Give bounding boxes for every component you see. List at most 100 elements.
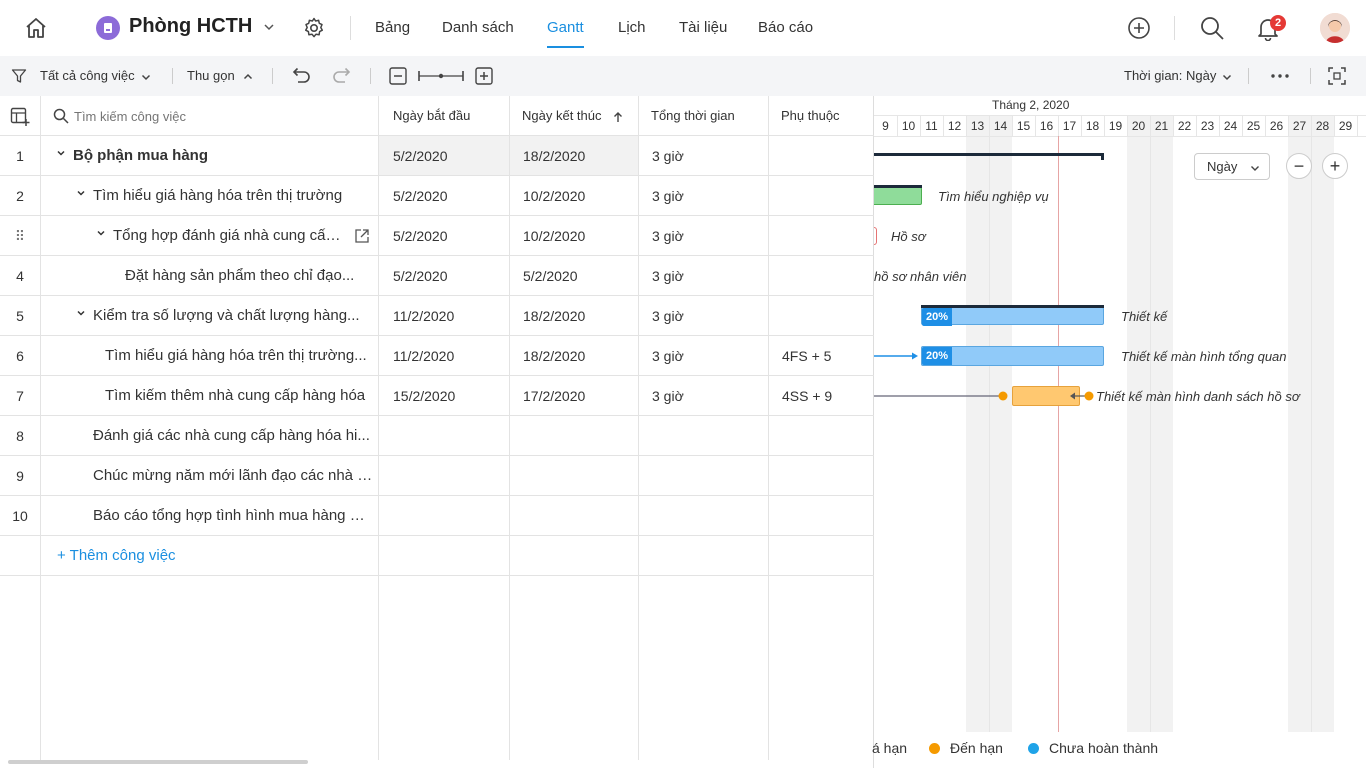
avatar[interactable]	[1320, 13, 1350, 43]
task-name[interactable]: Báo cáo tổng hợp tình hình mua hàng 6 ..…	[93, 496, 373, 536]
summary-bar[interactable]	[874, 153, 1103, 156]
end-date[interactable]: 10/2/2020	[509, 216, 585, 256]
end-date[interactable]: 18/2/2020	[509, 136, 585, 176]
zoom-in-icon[interactable]	[475, 67, 493, 85]
search-input[interactable]	[74, 104, 364, 128]
chevron-down-icon[interactable]	[140, 70, 152, 82]
dependency[interactable]: 4SS + 9	[768, 376, 832, 416]
end-date[interactable]: 18/2/2020	[509, 296, 585, 336]
day-label: 9	[882, 119, 889, 133]
column-header-duration[interactable]: Tổng thời gian	[638, 96, 735, 136]
task-name[interactable]: Tổng hợp đánh giá nhà cung cấp...	[113, 216, 345, 256]
horizontal-scrollbar[interactable]	[8, 760, 308, 764]
divider	[509, 536, 510, 760]
tab-bao-cao[interactable]: Báo cáo	[758, 0, 813, 56]
tab-danh-sach[interactable]: Danh sách	[442, 0, 514, 56]
redo-icon[interactable]	[331, 66, 353, 86]
column-header-dependency[interactable]: Phụ thuộc	[768, 96, 840, 136]
gear-icon[interactable]	[302, 16, 326, 40]
duration[interactable]: 3 giờ	[638, 216, 684, 256]
divider	[370, 68, 371, 84]
chevron-up-icon[interactable]	[242, 70, 254, 82]
tab-bang[interactable]: Bảng	[375, 0, 410, 56]
dependency[interactable]	[768, 296, 782, 336]
start-date[interactable]: 11/2/2020	[379, 336, 454, 376]
start-date[interactable]: 5/2/2020	[379, 136, 448, 176]
task-bar-end[interactable]	[874, 227, 877, 245]
zoom-out-button[interactable]: −	[1286, 153, 1312, 179]
duration[interactable]: 3 giờ	[638, 296, 684, 336]
dependency[interactable]: 4FS + 5	[768, 336, 831, 376]
end-date[interactable]: 18/2/2020	[509, 336, 585, 376]
open-external-icon[interactable]	[354, 228, 370, 244]
bar-label: Hồ sơ	[891, 229, 926, 244]
duration[interactable]: 3 giờ	[638, 256, 684, 296]
tab-gantt[interactable]: Gantt	[547, 0, 584, 56]
task-name[interactable]: Tìm hiểu giá hàng hóa trên thị trường...	[105, 336, 373, 376]
duration[interactable]: 3 giờ	[638, 336, 684, 376]
search-icon[interactable]	[1199, 15, 1225, 41]
tab-lich[interactable]: Lịch	[618, 0, 646, 56]
workspace-name[interactable]: Phòng HCTH	[129, 15, 252, 38]
task-name[interactable]: Đặt hàng sản phẩm theo chỉ đạo...	[125, 256, 373, 296]
task-name[interactable]: Tìm kiếm thêm nhà cung cấp hàng hóa	[105, 376, 373, 416]
bar-label: hồ sơ nhân viên	[874, 269, 967, 284]
chevron-down-icon[interactable]	[75, 176, 87, 216]
zoom-in-button[interactable]: +	[1322, 153, 1348, 179]
day-label: 26	[1269, 119, 1284, 133]
zoom-level-label: Ngày	[1207, 159, 1238, 174]
add-circle-icon[interactable]	[1127, 16, 1151, 40]
drag-handle-icon[interactable]: ⠿	[0, 216, 40, 256]
task-name[interactable]: Chúc mừng năm mới lãnh đạo các nhà c...	[93, 456, 373, 496]
duration[interactable]: 3 giờ	[638, 136, 684, 176]
row-number: 4	[16, 268, 24, 284]
duration[interactable]: 3 giờ	[638, 376, 684, 416]
day-label: 27	[1292, 119, 1307, 133]
start-date[interactable]: 15/2/2020	[379, 376, 455, 416]
time-scale-dropdown[interactable]: Thời gian: Ngày	[1124, 56, 1216, 96]
chevron-down-icon[interactable]	[262, 20, 276, 34]
filter-dropdown[interactable]: Tất cả công việc	[40, 56, 135, 96]
dependency[interactable]	[768, 176, 782, 216]
more-icon[interactable]	[1270, 69, 1290, 83]
summary-bar-end	[1101, 153, 1104, 160]
dependency[interactable]	[768, 136, 782, 176]
chevron-down-icon[interactable]	[1221, 70, 1233, 82]
add-column-icon[interactable]	[10, 107, 30, 127]
progress-label: 20%	[922, 308, 953, 326]
filter-icon[interactable]	[11, 68, 27, 84]
end-date[interactable]: 5/2/2020	[509, 256, 578, 296]
task-name[interactable]: Kiểm tra số lượng và chất lượng hàng...	[93, 296, 373, 336]
start-date[interactable]: 11/2/2020	[379, 296, 454, 336]
sort-ascending-icon[interactable]	[612, 110, 624, 122]
duration[interactable]: 3 giờ	[638, 176, 684, 216]
task-name[interactable]: Bộ phận mua hàng	[73, 136, 373, 176]
fullscreen-icon[interactable]	[1328, 67, 1346, 85]
dependency[interactable]	[768, 216, 782, 256]
tab-tai-lieu[interactable]: Tài liệu	[679, 0, 727, 56]
zoom-out-icon[interactable]	[389, 67, 407, 85]
undo-icon[interactable]	[290, 66, 312, 86]
start-date[interactable]: 5/2/2020	[379, 256, 448, 296]
end-date[interactable]: 10/2/2020	[509, 176, 585, 216]
dependency[interactable]	[768, 256, 782, 296]
home-icon[interactable]	[24, 16, 48, 40]
chevron-down-icon[interactable]	[95, 216, 107, 256]
column-header-end[interactable]: Ngày kết thúc	[509, 96, 602, 136]
chevron-down-icon[interactable]	[75, 296, 87, 336]
legend-dot	[929, 743, 940, 754]
task-name[interactable]: Đánh giá các nhà cung cấp hàng hóa hi...	[93, 416, 373, 456]
zoom-slider[interactable]	[418, 68, 464, 84]
end-date[interactable]: 17/2/2020	[509, 376, 585, 416]
start-date[interactable]: 5/2/2020	[379, 176, 448, 216]
day-label: 19	[1108, 119, 1123, 133]
add-task-button[interactable]: + Thêm công việc	[57, 536, 357, 576]
collapse-button[interactable]: Thu gọn	[187, 56, 235, 96]
start-date[interactable]: 5/2/2020	[379, 216, 448, 256]
task-bar-top	[874, 185, 922, 188]
chevron-down-icon[interactable]	[55, 136, 67, 176]
column-header-start[interactable]: Ngày bắt đầu	[380, 96, 470, 136]
task-bar[interactable]	[874, 187, 922, 205]
zoom-level-select[interactable]: Ngày	[1194, 153, 1270, 180]
task-name[interactable]: Tìm hiểu giá hàng hóa trên thị trường	[93, 176, 373, 216]
